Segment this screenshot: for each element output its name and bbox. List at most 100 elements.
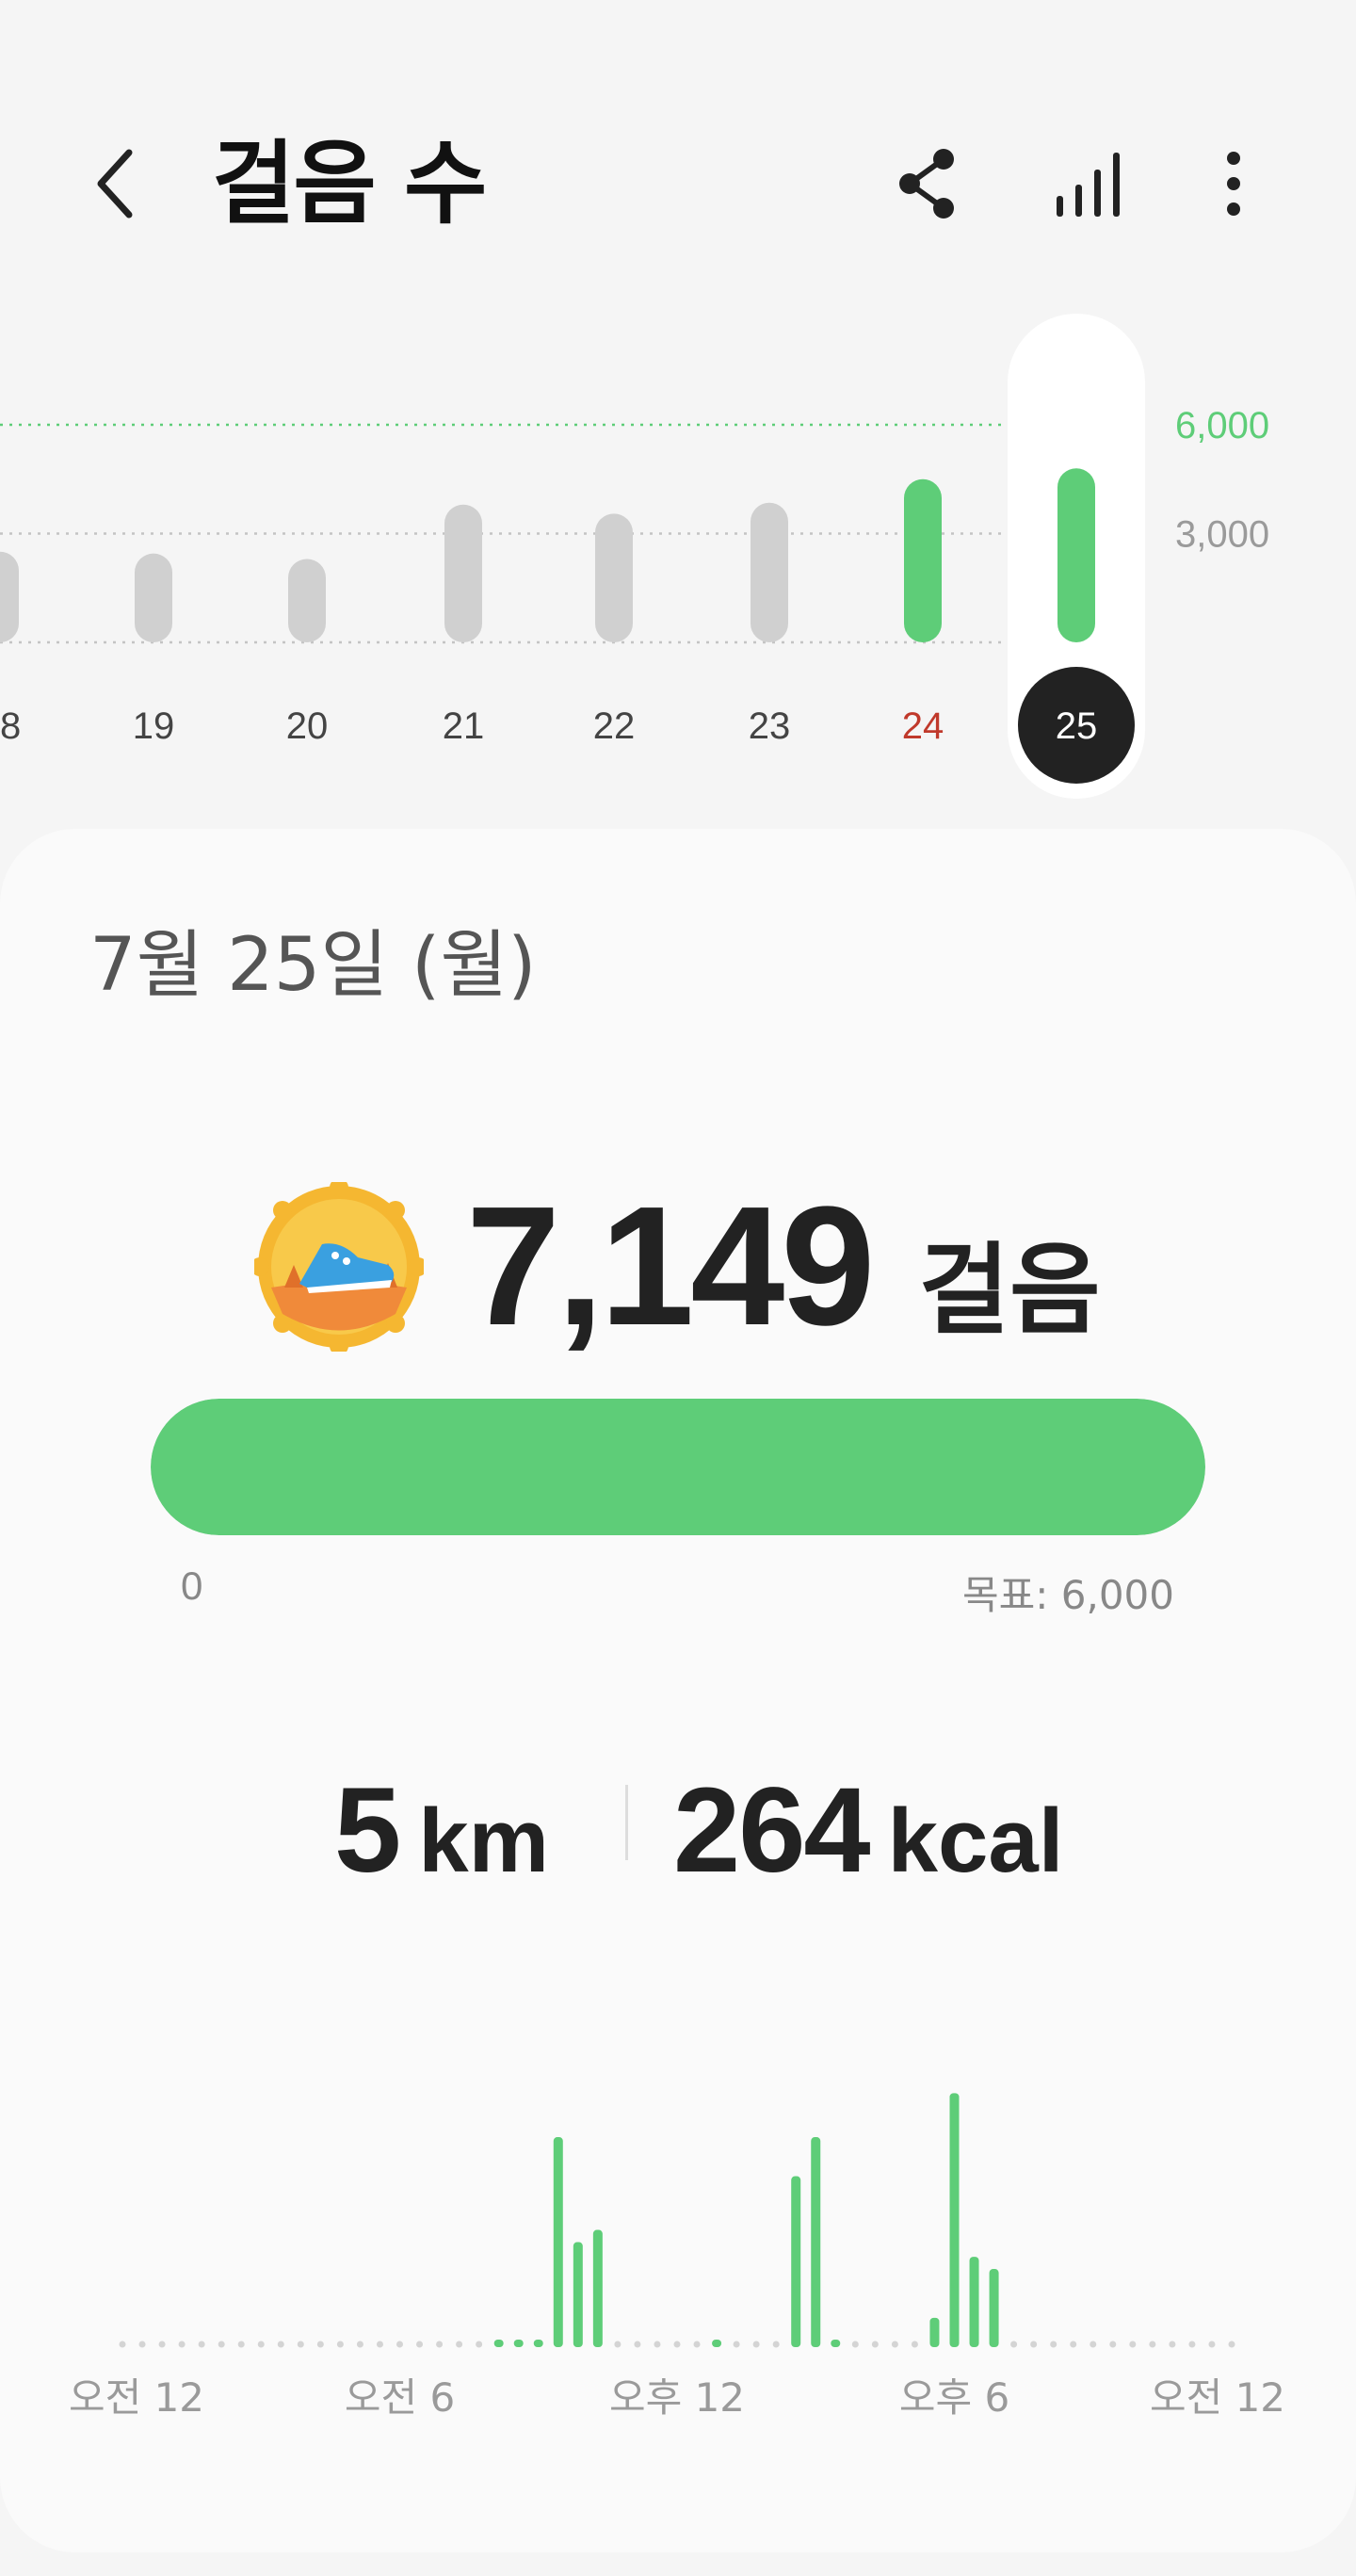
hourly-baseline-dot: [1070, 2341, 1077, 2348]
hourly-baseline-dot: [476, 2341, 483, 2348]
hourly-x-label: 오전 6: [345, 2374, 455, 2421]
distance-value: 5: [334, 1763, 401, 1898]
steps-value: 7,149: [466, 1172, 875, 1361]
hourly-baseline-dot: [693, 2341, 701, 2348]
hourly-baseline-dot: [1208, 2341, 1216, 2348]
hourly-baseline-dot: [237, 2341, 245, 2348]
hourly-baseline-dot: [634, 2341, 641, 2348]
hourly-baseline-dot: [158, 2341, 166, 2348]
hourly-baseline-dot: [1149, 2341, 1156, 2348]
day-bar-20[interactable]: [288, 559, 326, 642]
hourly-baseline-dot: [654, 2341, 661, 2348]
hourly-bar: [573, 2242, 583, 2347]
calories-value: 264: [673, 1763, 871, 1898]
hourly-baseline-dot: [1129, 2341, 1137, 2348]
progress-goal-label: 목표: 6,000: [961, 1572, 1174, 1618]
hourly-baseline-dot: [1169, 2341, 1176, 2348]
hourly-baseline-dot: [1228, 2341, 1235, 2348]
day-label-20[interactable]: 20: [286, 705, 329, 747]
progress-min-label: 0: [181, 1563, 203, 1608]
calories-metric: 264 kcal: [673, 1761, 1063, 1900]
hourly-baseline-dot: [396, 2341, 403, 2348]
y-axis-label: 6,000: [1175, 405, 1269, 446]
share-button[interactable]: [880, 137, 975, 231]
stats-button[interactable]: [1041, 137, 1135, 231]
hourly-baseline-dot: [356, 2341, 363, 2348]
hourly-baseline-dot: [1050, 2341, 1057, 2348]
hourly-baseline-dot: [178, 2341, 186, 2348]
metric-divider: [625, 1785, 628, 1860]
hourly-baseline-dot: [218, 2341, 225, 2348]
hourly-bar: [533, 2340, 543, 2347]
running-shoe-badge-icon: [254, 1182, 424, 1352]
hourly-baseline-dot: [1010, 2341, 1018, 2348]
hourly-x-label: 오후 12: [609, 2374, 745, 2421]
hourly-baseline-dot: [1188, 2341, 1196, 2348]
hourly-baseline-dot: [733, 2341, 740, 2348]
hourly-baseline-dot: [297, 2341, 304, 2348]
hourly-bar: [712, 2340, 722, 2347]
day-bar-22[interactable]: [595, 513, 633, 642]
page-title: 걸음 수: [212, 131, 487, 236]
day-bar-18[interactable]: [0, 551, 19, 642]
hourly-bar: [493, 2340, 504, 2347]
hourly-baseline-dot: [138, 2341, 146, 2348]
more-options-button[interactable]: [1186, 137, 1281, 231]
hourly-bar: [592, 2229, 603, 2347]
distance-metric: 5 km: [334, 1761, 549, 1900]
day-label-24[interactable]: 24: [902, 705, 944, 747]
day-bar-21[interactable]: [444, 504, 482, 642]
distance-unit: km: [418, 1790, 549, 1891]
hourly-baseline-dot: [1090, 2341, 1097, 2348]
back-button[interactable]: [75, 127, 160, 240]
day-label-23[interactable]: 23: [749, 705, 791, 747]
hourly-baseline-dot: [673, 2341, 681, 2348]
day-bar-24[interactable]: [904, 478, 942, 642]
day-label-22[interactable]: 22: [593, 705, 636, 747]
day-label-21[interactable]: 21: [443, 705, 485, 747]
hourly-baseline-dot: [871, 2341, 879, 2348]
hourly-baseline-dot: [911, 2341, 918, 2348]
share-icon: [899, 149, 954, 219]
day-label-25[interactable]: 25: [1056, 705, 1098, 747]
calories-unit: kcal: [887, 1790, 1064, 1891]
day-bar-19[interactable]: [135, 553, 172, 642]
hourly-baseline-dot: [316, 2341, 324, 2348]
goal-progress-bar: [151, 1399, 1205, 1535]
hourly-bar: [791, 2176, 801, 2347]
hourly-bar: [831, 2340, 841, 2347]
hourly-baseline-dot: [456, 2341, 463, 2348]
hourly-baseline-dot: [257, 2341, 265, 2348]
hourly-baseline-dot: [1109, 2341, 1117, 2348]
hourly-baseline-dot: [752, 2341, 760, 2348]
day-bar-25[interactable]: [1057, 468, 1095, 642]
hourly-baseline-dot: [436, 2341, 444, 2348]
hourly-baseline-dot: [277, 2341, 284, 2348]
day-label-18[interactable]: 18: [0, 705, 21, 747]
hourly-bar: [989, 2269, 999, 2347]
hourly-bar: [969, 2257, 979, 2347]
hourly-baseline-dot: [891, 2341, 898, 2348]
hourly-bar: [513, 2340, 524, 2347]
hourly-baseline-dot: [772, 2341, 780, 2348]
weekly-steps-chart[interactable]: 18 19 20 21 22 23 24 25 6,000 3,000: [0, 311, 1356, 810]
steps-unit: 걸음: [918, 1233, 1101, 1348]
hourly-x-label: 오전 12: [1150, 2374, 1285, 2421]
hourly-bar: [811, 2137, 821, 2347]
hourly-bar: [929, 2317, 940, 2347]
bar-chart-icon: [1057, 153, 1120, 217]
selected-date: 7월 25일 (월): [89, 923, 537, 1008]
hourly-bar: [949, 2093, 960, 2347]
hourly-baseline-dot: [1030, 2341, 1038, 2348]
hourly-baseline-dot: [336, 2341, 344, 2348]
y-axis-label: 3,000: [1175, 514, 1269, 556]
hourly-x-label: 오전 12: [69, 2374, 204, 2421]
day-label-19[interactable]: 19: [133, 705, 175, 747]
day-bar-23[interactable]: [751, 502, 788, 642]
hourly-baseline-dot: [198, 2341, 205, 2348]
chevron-left-icon: [97, 149, 133, 219]
steps-total: 7,149 걸음: [466, 1173, 1101, 1361]
hourly-x-label: 오후 6: [899, 2374, 1009, 2421]
hourly-steps-chart: 오전 12 오전 6 오후 12 오후 6 오전 12: [69, 2093, 1285, 2421]
more-vertical-icon: [1227, 152, 1240, 216]
